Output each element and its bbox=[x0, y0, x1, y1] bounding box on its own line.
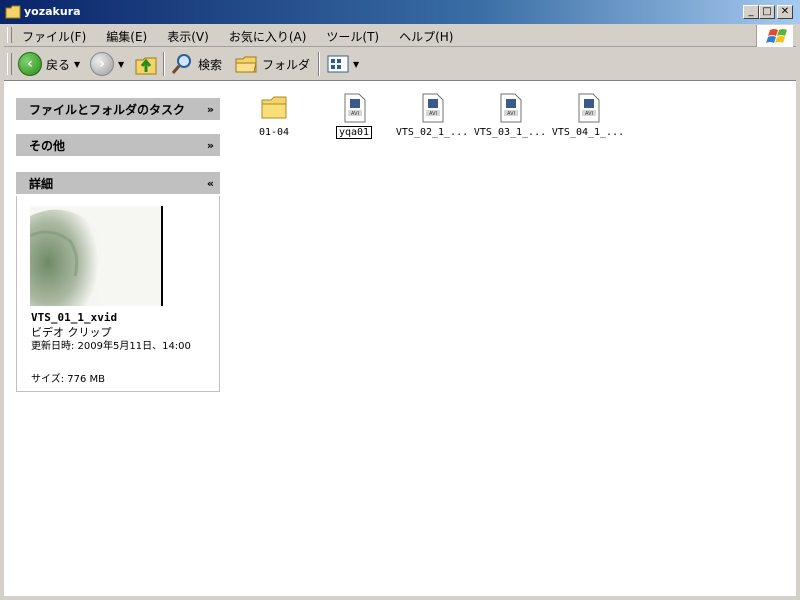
file-label: VTS_02_1_... bbox=[395, 127, 469, 138]
detail-size: サイズ: 776 MB bbox=[31, 374, 106, 385]
search-icon bbox=[171, 54, 191, 74]
title-bar[interactable]: yozakura _ □ ✕ bbox=[0, 0, 800, 24]
file-item-avi[interactable]: AVI VTS_03_1_... bbox=[470, 92, 550, 138]
avi-file-icon: AVI bbox=[500, 93, 522, 123]
avi-file-icon: AVI bbox=[578, 93, 600, 123]
file-item-avi[interactable]: AVI yqa01 bbox=[314, 92, 394, 139]
file-label-selected[interactable]: yqa01 bbox=[335, 126, 373, 139]
avi-icon-text: AVI bbox=[507, 111, 515, 117]
window-frame-right bbox=[796, 24, 800, 600]
window-title: yozakura bbox=[24, 5, 81, 18]
maximize-button[interactable]: □ bbox=[759, 5, 775, 19]
views-button[interactable]: ▼ bbox=[327, 51, 359, 77]
back-dropdown-icon[interactable]: ▼ bbox=[74, 60, 80, 69]
close-button[interactable]: ✕ bbox=[777, 5, 793, 19]
menu-view[interactable]: 表示(V) bbox=[167, 28, 209, 45]
folders-label: フォルダ bbox=[262, 57, 311, 72]
menu-bar: ファイル(F) 編集(E) 表示(V) お気に入り(A) ツール(T) ヘルプ(… bbox=[0, 24, 800, 47]
file-label: 01-04 bbox=[258, 127, 290, 138]
menu-help[interactable]: ヘルプ(H) bbox=[399, 28, 453, 45]
toolbar-separator bbox=[318, 52, 320, 76]
thumbnail-divider bbox=[161, 206, 163, 306]
details-panel: VTS_01_1_xvid ビデオ クリップ 更新日時: 2009年5月11日、… bbox=[16, 196, 220, 392]
panel-title: ファイルとフォルダのタスク bbox=[29, 102, 186, 117]
avi-file-icon: AVI bbox=[422, 93, 444, 123]
search-label: 検索 bbox=[198, 57, 223, 72]
window-frame-bottom bbox=[0, 596, 800, 600]
windows-logo bbox=[756, 25, 793, 47]
toolbar-separator bbox=[163, 52, 165, 76]
menu-edit[interactable]: 編集(E) bbox=[106, 28, 147, 45]
avi-icon-text: AVI bbox=[585, 111, 593, 117]
back-button[interactable]: ‹ 戻る ▼ bbox=[18, 51, 80, 77]
detail-file-type: ビデオ クリップ bbox=[31, 326, 112, 339]
folder-icon bbox=[5, 5, 21, 19]
folder-icon bbox=[261, 96, 287, 119]
detail-modified: 更新日時: 2009年5月11日、14:00 bbox=[31, 341, 191, 352]
back-arrow-icon: ‹ bbox=[18, 52, 42, 76]
file-folder-tasks-header[interactable]: ファイルとフォルダのタスク » bbox=[16, 98, 220, 120]
toolbar: ‹ 戻る ▼ › ▼ 検索 フォルダ ▼ bbox=[0, 47, 800, 81]
forward-arrow-icon: › bbox=[90, 52, 114, 76]
menu-tools[interactable]: ツール(T) bbox=[326, 28, 379, 45]
file-item-avi[interactable]: AVI VTS_04_1_... bbox=[548, 92, 628, 138]
detail-file-name: VTS_01_1_xvid bbox=[31, 311, 118, 324]
chevron-up-icon[interactable]: « bbox=[207, 177, 214, 190]
views-dropdown-icon[interactable]: ▼ bbox=[353, 60, 359, 69]
video-thumbnail bbox=[30, 206, 162, 306]
forward-dropdown-icon[interactable]: ▼ bbox=[118, 60, 124, 69]
chevron-down-icon[interactable]: » bbox=[207, 139, 214, 152]
windows-flag-icon bbox=[766, 29, 787, 43]
minimize-button[interactable]: _ bbox=[743, 5, 759, 19]
up-folder-icon bbox=[135, 57, 157, 75]
file-item-avi[interactable]: AVI VTS_02_1_... bbox=[392, 92, 472, 138]
folders-icon bbox=[235, 56, 257, 73]
window-frame-left bbox=[0, 24, 4, 600]
details-header[interactable]: 詳細 « bbox=[16, 172, 220, 194]
folders-button[interactable]: フォルダ bbox=[234, 51, 310, 77]
toolbar-grip[interactable] bbox=[7, 53, 12, 75]
avi-file-icon: AVI bbox=[344, 93, 366, 123]
menu-favorites[interactable]: お気に入り(A) bbox=[229, 28, 307, 45]
views-icon bbox=[327, 55, 349, 73]
chevron-down-icon[interactable]: » bbox=[207, 103, 214, 116]
menu-grip[interactable] bbox=[7, 27, 12, 43]
file-label: VTS_03_1_... bbox=[473, 127, 547, 138]
avi-icon-text: AVI bbox=[351, 111, 359, 117]
other-places-header[interactable]: その他 » bbox=[16, 134, 220, 156]
thumbnail-image bbox=[30, 206, 162, 306]
file-view[interactable]: 01-04 AVI yqa01 AVI VTS_02_1_... AVI VTS… bbox=[232, 82, 800, 600]
avi-icon-text: AVI bbox=[429, 111, 437, 117]
forward-button[interactable]: › ▼ bbox=[90, 51, 124, 77]
panel-title: その他 bbox=[29, 138, 66, 153]
back-label: 戻る bbox=[46, 57, 71, 72]
menu-file[interactable]: ファイル(F) bbox=[22, 28, 86, 45]
file-item-folder[interactable]: 01-04 bbox=[234, 92, 314, 138]
file-label: VTS_04_1_... bbox=[551, 127, 625, 138]
up-folder-button[interactable] bbox=[134, 51, 158, 77]
search-button[interactable]: 検索 bbox=[170, 51, 222, 77]
panel-title: 詳細 bbox=[29, 176, 54, 191]
